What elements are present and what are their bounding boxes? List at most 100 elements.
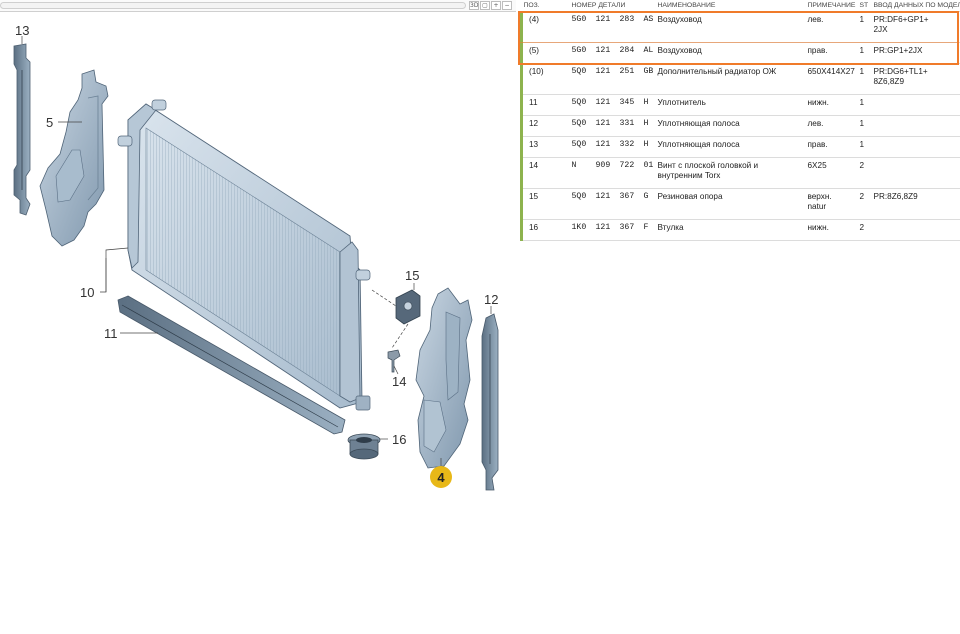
part-number-segment[interactable]: 5Q0 (572, 98, 596, 108)
cell-pos: 11 (520, 94, 570, 116)
part-number-segment[interactable]: 121 (596, 15, 620, 25)
part-number-segment[interactable]: H (644, 98, 656, 108)
part-5-air-duct-right[interactable] (39, 69, 109, 247)
part-number-segment[interactable]: AL (644, 46, 656, 56)
part-15-rubber-mount[interactable] (371, 289, 421, 349)
table-row[interactable]: (5) 5G0 121 284 AL Воздуховод прав. 1 PR:GP1+2JX (520, 42, 960, 64)
callout-14[interactable]: 14 (392, 374, 406, 389)
callout-4-selected[interactable]: 4 (430, 466, 452, 488)
callout-15[interactable]: 15 (405, 268, 419, 283)
cell-pos: 12 (520, 115, 570, 137)
callout-10[interactable]: 10 (80, 285, 94, 300)
part-number-segment[interactable]: 01 (644, 161, 656, 171)
part-number-segment[interactable]: 121 (596, 223, 620, 233)
part-number-segment[interactable]: 909 (596, 161, 620, 171)
cell-note: лев. (805, 115, 858, 137)
parts-illustration: 13 5 10 11 15 14 16 12 4 (13, 23, 499, 491)
part-number-segment[interactable]: N (572, 161, 596, 171)
part-number-segment[interactable]: H (644, 140, 656, 150)
part-16-bushing[interactable] (347, 433, 381, 460)
column-header-note[interactable]: ПРИМЕЧАНИЕ (805, 0, 858, 12)
cell-pos: (5) (520, 42, 570, 64)
cell-name: Воздуховод (655, 42, 806, 64)
parts-list-panel: ПОЗ. НОМЕР ДЕТАЛИ НАИМЕНОВАНИЕ ПРИМЕЧАНИ… (520, 0, 960, 250)
part-number-segment[interactable]: 5G0 (572, 15, 596, 25)
part-number-segment[interactable]: 722 (620, 161, 644, 171)
parts-table: ПОЗ. НОМЕР ДЕТАЛИ НАИМЕНОВАНИЕ ПРИМЕЧАНИ… (520, 0, 960, 241)
cell-model-data: PR:GP1+2JX (871, 42, 960, 64)
table-row[interactable]: 15 5Q0 121 367 G Резиновая опора верхн. natur 2… (520, 188, 960, 220)
cell-name: Винт с плоской головкой и внутренним Tor… (655, 157, 806, 189)
table-row[interactable]: (10) 5Q0 121 251 GB Дополнительный радиатор О… (520, 63, 960, 95)
cell-name: Уплотняющая полоса (655, 115, 806, 137)
part-number-segment[interactable]: 121 (596, 67, 620, 77)
diagram-horizontal-scrollbar[interactable] (0, 2, 466, 9)
table-row[interactable]: 11 5Q0 121 345 H Уплотнитель нижн. 1 (520, 94, 960, 116)
callout-12[interactable]: 12 (484, 292, 498, 307)
cell-name: Уплотнитель (655, 94, 806, 116)
cell-pos: 13 (520, 136, 570, 158)
column-header-qty[interactable]: ST (857, 0, 872, 12)
3d-icon[interactable]: 3D (469, 1, 479, 10)
part-number-segment[interactable]: GB (644, 67, 656, 77)
table-row[interactable]: (4) 5G0 121 283 AS Воздуховод лев. 1 PR:DF6+GP1+… (520, 11, 960, 43)
cell-note: 650X414X27 (805, 63, 858, 95)
cell-part-number: 5G0 121 284 AL (569, 42, 656, 64)
part-number-segment[interactable]: 5Q0 (572, 119, 596, 129)
part-number-segment[interactable]: 367 (620, 192, 644, 202)
part-13-seal-strip[interactable] (13, 43, 31, 216)
cell-model-data (871, 115, 960, 137)
cell-qty: 1 (857, 115, 872, 137)
part-number-segment[interactable]: 5Q0 (572, 67, 596, 77)
part-number-segment[interactable]: 121 (596, 46, 620, 56)
part-number-segment[interactable]: 345 (620, 98, 644, 108)
part-number-segment[interactable]: H (644, 119, 656, 129)
callout-16[interactable]: 16 (392, 432, 406, 447)
table-row[interactable]: 16 1K0 121 367 F Втулка нижн. 2 (520, 219, 960, 241)
table-row[interactable]: 14 N 909 722 01 Винт с плоской головкой и вну… (520, 157, 960, 189)
zoom-in-icon[interactable]: + (491, 1, 501, 10)
zoom-out-icon[interactable]: − (502, 1, 512, 10)
column-header-part-number[interactable]: НОМЕР ДЕТАЛИ (569, 0, 656, 12)
part-number-segment[interactable]: 5Q0 (572, 140, 596, 150)
part-number-segment[interactable]: 283 (620, 15, 644, 25)
part-number-segment[interactable]: G (644, 192, 656, 202)
part-number-segment[interactable]: 251 (620, 67, 644, 77)
cell-qty: 1 (857, 136, 872, 158)
part-number-segment[interactable]: AS (644, 15, 656, 25)
cell-note: прав. (805, 42, 858, 64)
column-header-name[interactable]: НАИМЕНОВАНИЕ (655, 0, 806, 12)
part-number-segment[interactable]: 331 (620, 119, 644, 129)
cell-part-number: 5Q0 121 345 H (569, 94, 656, 116)
part-number-segment[interactable]: 5Q0 (572, 192, 596, 202)
part-14-screw[interactable] (387, 349, 401, 373)
table-row[interactable]: 12 5Q0 121 331 H Уплотняющая полоса лев. 1 (520, 115, 960, 137)
cell-pos: 16 (520, 219, 570, 241)
cell-qty: 1 (857, 42, 872, 64)
part-number-segment[interactable]: F (644, 223, 656, 233)
callout-5[interactable]: 5 (46, 115, 53, 130)
exploded-view-diagram[interactable]: 3D ▢ + − 13 5 10 11 15 14 16 12 4 (0, 0, 516, 634)
part-number-segment[interactable]: 121 (596, 98, 620, 108)
cell-qty: 2 (857, 188, 872, 220)
cell-note: 6X25 (805, 157, 858, 189)
cell-qty: 2 (857, 219, 872, 241)
table-row[interactable]: 13 5Q0 121 332 H Уплотняющая полоса прав. 1 (520, 136, 960, 158)
column-header-pos[interactable]: ПОЗ. (521, 0, 570, 12)
part-number-segment[interactable]: 1K0 (572, 223, 596, 233)
part-number-segment[interactable]: 332 (620, 140, 644, 150)
part-12-seal-strip[interactable] (481, 313, 499, 491)
part-4-air-duct-left[interactable] (415, 287, 473, 469)
part-number-segment[interactable]: 284 (620, 46, 644, 56)
part-number-segment[interactable]: 121 (596, 192, 620, 202)
part-number-segment[interactable]: 367 (620, 223, 644, 233)
table-header-row: ПОЗ. НОМЕР ДЕТАЛИ НАИМЕНОВАНИЕ ПРИМЕЧАНИ… (521, 0, 960, 12)
callout-13[interactable]: 13 (15, 23, 29, 38)
callout-11[interactable]: 11 (104, 326, 118, 341)
box-icon[interactable]: ▢ (480, 1, 490, 10)
part-number-segment[interactable]: 5G0 (572, 46, 596, 56)
part-number-segment[interactable]: 121 (596, 119, 620, 129)
cell-note: нижн. (805, 94, 858, 116)
part-number-segment[interactable]: 121 (596, 140, 620, 150)
column-header-model-data[interactable]: ВВОД ДАННЫХ ПО МОДЕЛИ (871, 0, 960, 12)
